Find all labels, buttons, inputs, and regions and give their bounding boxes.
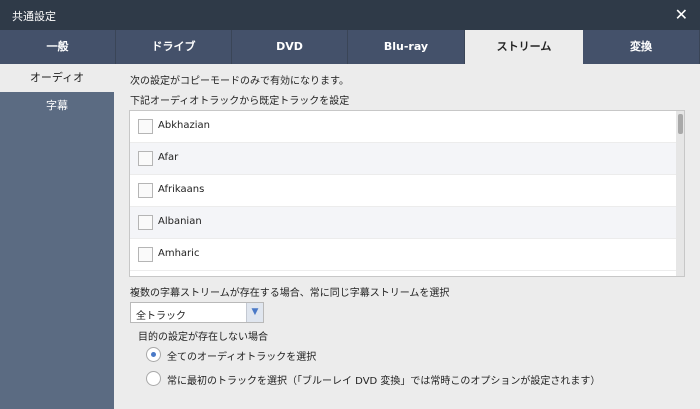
tab-convert[interactable]: 変換 bbox=[583, 30, 700, 64]
checkbox[interactable] bbox=[138, 151, 153, 166]
checkbox[interactable] bbox=[138, 119, 153, 134]
checkbox[interactable] bbox=[138, 215, 153, 230]
audio-track-label: 下記オーディオトラックから既定トラックを設定 bbox=[130, 96, 350, 107]
tab-bar: 一般 ドライブ DVD Blu-ray ストリーム 変換 bbox=[0, 30, 700, 64]
window-title: 共通設定 bbox=[12, 10, 56, 23]
radio-first-track[interactable]: 常に最初のトラックを選択（「ブルーレイ DVD 変換」では常時このオプションが設… bbox=[146, 370, 686, 388]
radio-button[interactable] bbox=[146, 371, 161, 386]
sidebar-item-subtitle[interactable]: 字幕 bbox=[0, 92, 114, 120]
sidebar: オーディオ 字幕 bbox=[0, 64, 114, 409]
tab-general[interactable]: 一般 bbox=[0, 30, 116, 64]
fallback-label: 目的の設定が存在しない場合 bbox=[138, 332, 268, 343]
track-select-value: 全トラック bbox=[136, 311, 186, 322]
chevron-down-icon[interactable]: ▼ bbox=[246, 303, 263, 322]
radio-button[interactable] bbox=[146, 347, 161, 362]
language-label: Afar bbox=[158, 152, 179, 163]
tab-stream[interactable]: ストリーム bbox=[465, 30, 583, 64]
scrollbar-thumb[interactable] bbox=[678, 114, 683, 134]
language-label: Amharic bbox=[158, 248, 200, 259]
track-select[interactable]: 全トラック ▼ bbox=[130, 302, 264, 323]
language-list[interactable]: Abkhazian Afar Afrikaans Albanian Amhari… bbox=[129, 110, 685, 277]
list-item[interactable]: Afar bbox=[130, 143, 684, 175]
sidebar-item-audio[interactable]: オーディオ bbox=[0, 64, 114, 92]
list-item[interactable]: Amharic bbox=[130, 239, 684, 271]
language-label: Abkhazian bbox=[158, 120, 210, 131]
stream-settings-panel: 次の設定がコピーモードのみで有効になります。 下記オーディオトラックから既定トラ… bbox=[114, 64, 700, 409]
list-scrollbar[interactable] bbox=[676, 111, 684, 276]
radio-all-audio[interactable]: 全てのオーディオトラックを選択 bbox=[146, 346, 446, 364]
title-bar: 共通設定 ✕ bbox=[0, 0, 700, 30]
checkbox[interactable] bbox=[138, 183, 153, 198]
copy-mode-note: 次の設定がコピーモードのみで有効になります。 bbox=[130, 76, 349, 87]
tab-dvd[interactable]: DVD bbox=[232, 30, 348, 64]
multi-subtitle-label: 複数の字幕ストリームが存在する場合、常に同じ字幕ストリームを選択 bbox=[130, 288, 450, 299]
checkbox[interactable] bbox=[138, 247, 153, 262]
tab-bluray[interactable]: Blu-ray bbox=[348, 30, 465, 64]
radio-first-track-label: 常に最初のトラックを選択（「ブルーレイ DVD 変換」では常時このオプションが設… bbox=[167, 376, 601, 387]
list-item[interactable]: Abkhazian bbox=[130, 111, 684, 143]
close-icon[interactable]: ✕ bbox=[675, 5, 688, 24]
radio-selected-dot bbox=[151, 352, 156, 357]
list-item[interactable]: Albanian bbox=[130, 207, 684, 239]
language-label: Albanian bbox=[158, 216, 202, 227]
tab-drive[interactable]: ドライブ bbox=[116, 30, 232, 64]
settings-window: 共通設定 ✕ 一般 ドライブ DVD Blu-ray ストリーム 変換 オーディ… bbox=[0, 0, 700, 409]
language-label: Afrikaans bbox=[158, 184, 205, 195]
list-item[interactable]: Afrikaans bbox=[130, 175, 684, 207]
radio-all-audio-label: 全てのオーディオトラックを選択 bbox=[167, 352, 317, 363]
